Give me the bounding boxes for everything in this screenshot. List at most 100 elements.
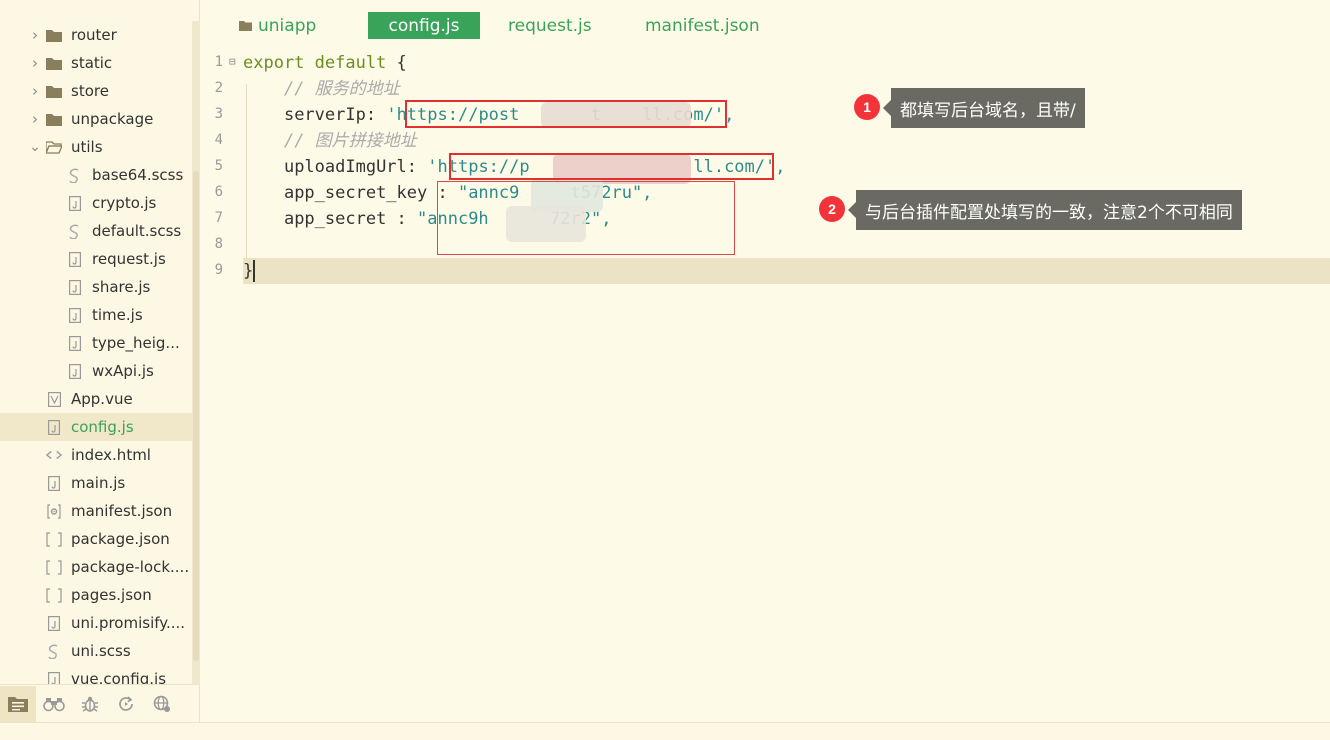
- brace: {: [396, 53, 407, 73]
- tree-item-label: uni.scss: [71, 642, 131, 660]
- js-file-icon: [67, 279, 83, 295]
- tree-item-config-js[interactable]: config.js: [0, 413, 192, 441]
- chevron-right-icon[interactable]: ›: [28, 54, 42, 72]
- js-file-icon: [67, 335, 83, 351]
- line-number: 6: [214, 184, 223, 200]
- code-editor[interactable]: 1 2 3 4 5 6 7 8 9 ⊟ export default { // 服务的地址 se…: [201, 50, 1330, 722]
- tree-item-static[interactable]: › static: [0, 49, 192, 77]
- js-file-icon: [46, 419, 62, 435]
- files-icon[interactable]: [0, 685, 36, 722]
- tree-item-store[interactable]: › store: [0, 77, 192, 105]
- code-line-4[interactable]: // 图片拼接地址: [243, 128, 417, 154]
- scss-file-icon: [46, 643, 62, 659]
- tree-item-label: config.js: [71, 418, 134, 436]
- tab-request-js[interactable]: request.js: [508, 12, 618, 39]
- status-bar: [0, 722, 1330, 740]
- tree-item-package-json[interactable]: package.json: [0, 525, 192, 553]
- editor-tabs: uniapp config.js request.js manifest.jso…: [201, 0, 1330, 50]
- line-number: 4: [214, 132, 223, 148]
- js-file-icon: [67, 251, 83, 267]
- tree-item-label: type_heig...: [92, 334, 180, 352]
- tree-item-wxapi-js[interactable]: wxApi.js: [0, 357, 192, 385]
- folder-icon: [46, 55, 62, 71]
- tree-item-manifest-json[interactable]: manifest.json: [0, 497, 192, 525]
- tree-item-label: pages.json: [71, 586, 152, 604]
- sidebar-scrollbar[interactable]: [192, 21, 200, 684]
- tree-item-label: router: [71, 26, 117, 44]
- tree-item-label: utils: [71, 138, 103, 156]
- folder-icon: [46, 83, 62, 99]
- tab-config-js[interactable]: config.js: [368, 12, 480, 39]
- folder-icon: [46, 27, 62, 43]
- tree-item-share-js[interactable]: share.js: [0, 273, 192, 301]
- current-line-highlight: [243, 258, 1330, 284]
- chevron-down-icon[interactable]: ⌄: [28, 139, 42, 155]
- tree-item-label: request.js: [92, 250, 166, 268]
- sidebar-scrollbar-thumb[interactable]: [193, 171, 199, 661]
- refresh-icon[interactable]: [108, 686, 144, 722]
- js-file-icon: [46, 671, 62, 684]
- tree-item-label: package-lock....: [71, 558, 190, 576]
- tree-item-index-html[interactable]: index.html: [0, 441, 192, 469]
- tree-item-vue-config-js[interactable]: vue.config.js: [0, 665, 192, 684]
- tree-item-uni-scss[interactable]: uni.scss: [0, 637, 192, 665]
- tree-item-package-lock[interactable]: package-lock....: [0, 553, 192, 581]
- code-line-1[interactable]: export default {: [243, 50, 407, 76]
- tree-item-request-js[interactable]: request.js: [0, 245, 192, 273]
- vue-file-icon: [46, 391, 62, 407]
- tree-item-crypto-js[interactable]: crypto.js: [0, 189, 192, 217]
- tree-item-uni-promisify[interactable]: uni.promisify....: [0, 609, 192, 637]
- annotation-callout-2: 与后台插件配置处填写的一致，注意2个不可相同: [848, 190, 1242, 230]
- code-line-9[interactable]: }: [243, 258, 256, 284]
- json-file-icon: [46, 587, 62, 603]
- line-number: 9: [214, 262, 223, 278]
- tree-item-label: package.json: [71, 530, 170, 548]
- tree-item-app-vue[interactable]: App.vue: [0, 385, 192, 413]
- chevron-right-icon[interactable]: ›: [28, 110, 42, 128]
- tab-manifest-json[interactable]: manifest.json: [645, 12, 785, 39]
- tree-item-utils[interactable]: ⌄ utils: [0, 133, 192, 161]
- fold-icon[interactable]: ⊟: [229, 55, 236, 68]
- property-key: uploadImgUrl:: [283, 157, 428, 177]
- chevron-right-icon[interactable]: ›: [28, 26, 42, 44]
- tree-item-type-heig[interactable]: type_heig...: [0, 329, 192, 357]
- tab-label: request.js: [508, 15, 592, 36]
- keyword: export default: [243, 53, 387, 73]
- tree-item-default-scss[interactable]: default.scss: [0, 217, 192, 245]
- line-number: 8: [214, 236, 223, 252]
- tree-item-time-js[interactable]: time.js: [0, 301, 192, 329]
- tree-item-label: uni.promisify....: [71, 614, 186, 632]
- scss-file-icon: [67, 223, 83, 239]
- tree-item-router[interactable]: › router: [0, 21, 192, 49]
- line-number: 5: [214, 158, 223, 174]
- js-file-icon: [46, 615, 62, 631]
- js-file-icon: [67, 195, 83, 211]
- text-cursor: [253, 260, 256, 282]
- globe-icon[interactable]: [144, 686, 180, 722]
- tree-item-label: default.scss: [92, 222, 182, 240]
- quote: ': [427, 157, 438, 177]
- tree-item-unpackage[interactable]: › unpackage: [0, 105, 192, 133]
- bug-icon[interactable]: [72, 686, 108, 722]
- tab-uniapp[interactable]: uniapp: [239, 12, 359, 39]
- tree-item-label: main.js: [71, 474, 126, 492]
- tree-item-label: static: [71, 54, 113, 72]
- highlight-box-secrets: [437, 181, 735, 255]
- tree-item-label: unpackage: [71, 110, 154, 128]
- chevron-right-icon[interactable]: ›: [28, 82, 42, 100]
- property-key: app_secret :: [283, 209, 418, 229]
- folder-open-icon: [46, 139, 62, 155]
- tree-item-base64-scss[interactable]: base64.scss: [0, 161, 192, 189]
- tab-label: config.js: [388, 15, 460, 36]
- manifest-file-icon: [46, 503, 62, 519]
- html-file-icon: [46, 447, 62, 463]
- folder-icon: [239, 16, 252, 36]
- tree-item-main-js[interactable]: main.js: [0, 469, 192, 497]
- json-file-icon: [46, 531, 62, 547]
- line-number: 2: [214, 80, 223, 96]
- tree-item-pages-json[interactable]: pages.json: [0, 581, 192, 609]
- code-line-2[interactable]: // 服务的地址: [243, 76, 400, 102]
- binoculars-icon[interactable]: [36, 686, 72, 722]
- tree-item-label: time.js: [92, 306, 143, 324]
- js-file-icon: [67, 363, 83, 379]
